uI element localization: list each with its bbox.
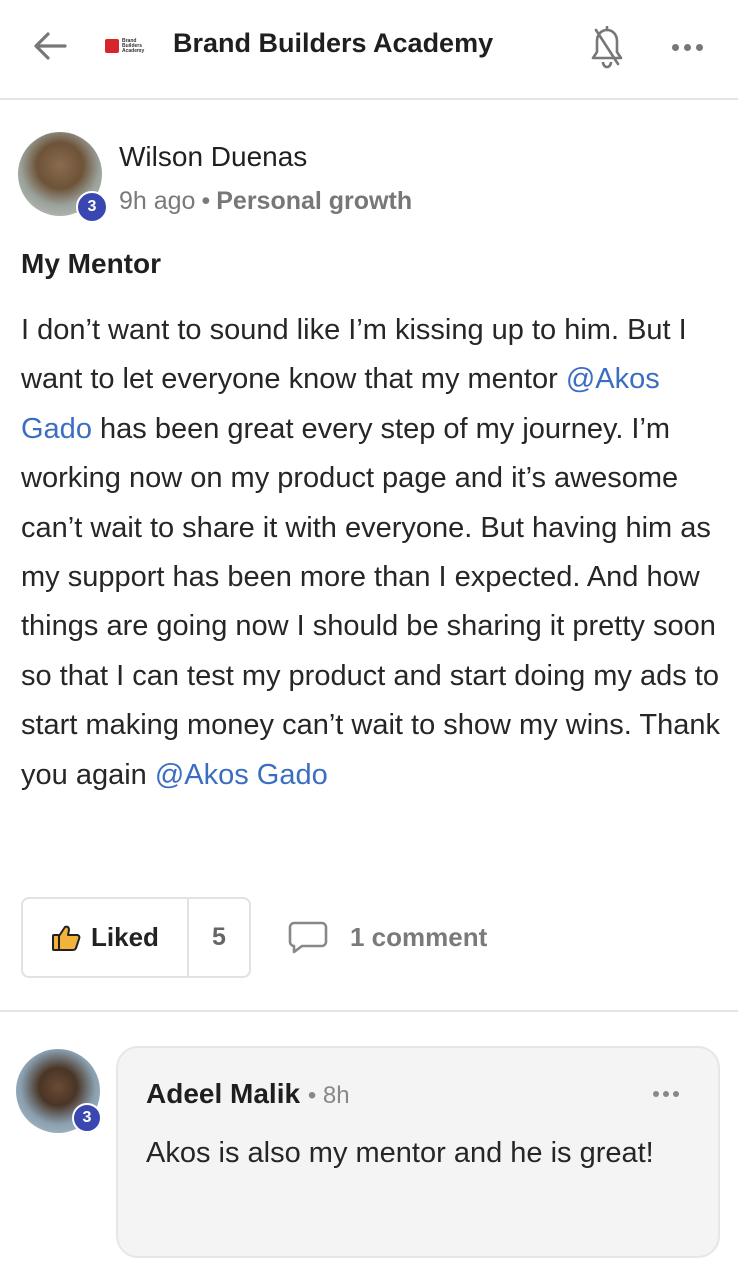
notifications-button[interactable] <box>586 24 628 72</box>
dot <box>671 43 679 51</box>
more-options-button[interactable] <box>662 30 712 64</box>
comment-text: Akos is also my mentor and he is great! <box>146 1137 654 1169</box>
group-title[interactable]: Brand Builders Academy <box>173 28 493 59</box>
post-body: I don’t want to sound like I’m kissing u… <box>21 306 721 800</box>
dot <box>695 43 703 51</box>
comment-icon <box>288 921 328 954</box>
post-time: 9h ago <box>119 187 196 215</box>
logo-text: Brand Builders Academy <box>122 37 145 54</box>
dot <box>653 1091 659 1097</box>
post-meta: 9h ago • Personal growth <box>119 187 412 216</box>
arrow-left-icon <box>34 32 67 60</box>
comment-author-line: Adeel Malik • 8h <box>146 1078 350 1110</box>
top-bar: Brand Builders Academy Brand Builders Acad… <box>0 0 738 100</box>
post-category[interactable]: Personal growth <box>216 187 412 215</box>
meta-separator: • <box>201 187 211 215</box>
like-count[interactable]: 5 <box>189 899 249 976</box>
level-badge: 3 <box>72 1103 102 1133</box>
comment-count-label: 1 comment <box>350 921 488 952</box>
mention-link[interactable]: @Akos Gado <box>155 759 328 791</box>
back-button[interactable] <box>28 26 72 66</box>
post-title: My Mentor <box>21 248 161 279</box>
comment-more-button[interactable] <box>646 1084 686 1104</box>
dot <box>673 1091 679 1097</box>
comment-bubble: Adeel Malik • 8h Akos is also my mentor … <box>116 1046 720 1258</box>
post-text: has been great every step of my journey.… <box>21 412 720 791</box>
like-control: Liked 5 <box>21 897 251 978</box>
like-label: Liked <box>91 922 159 952</box>
bell-off-icon <box>591 26 623 69</box>
comment-time: • 8h <box>307 1082 350 1109</box>
commenter-name[interactable]: Adeel Malik <box>146 1078 300 1109</box>
thumbs-up-icon <box>52 925 81 951</box>
comment-button[interactable]: 1 comment <box>288 915 487 959</box>
dot <box>683 43 691 51</box>
level-badge: 3 <box>76 191 108 223</box>
dot <box>663 1091 669 1097</box>
logo-mark-icon <box>105 39 119 53</box>
like-button[interactable]: Liked <box>23 899 189 976</box>
group-logo: Brand Builders Academy <box>105 36 157 56</box>
divider <box>0 1010 738 1012</box>
author-name[interactable]: Wilson Duenas <box>119 141 307 173</box>
